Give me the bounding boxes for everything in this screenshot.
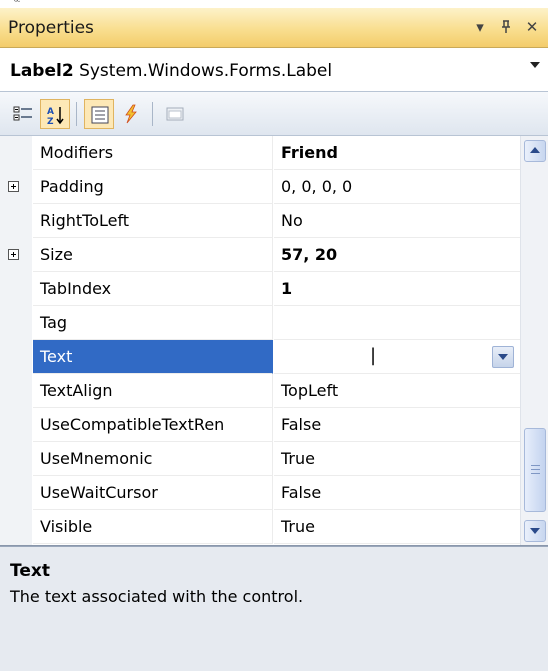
property-row[interactable]: Size 57, 20 xyxy=(0,238,520,272)
property-name: Visible xyxy=(33,510,273,544)
categorized-button[interactable] xyxy=(8,99,38,129)
properties-icon xyxy=(91,106,109,124)
property-row-selected[interactable]: Text | xyxy=(0,340,520,374)
property-value[interactable]: No xyxy=(274,204,520,238)
property-row[interactable]: Padding 0, 0, 0, 0 xyxy=(0,170,520,204)
object-type: System.Windows.Forms.Label xyxy=(79,61,333,81)
property-value[interactable] xyxy=(274,306,520,340)
property-name: Padding xyxy=(33,170,273,204)
grip-line xyxy=(531,473,540,474)
alphabetical-icon: A Z xyxy=(47,107,64,126)
toolbar-separator xyxy=(152,102,153,126)
property-value[interactable]: TopLeft xyxy=(274,374,520,408)
value-dropdown-button[interactable] xyxy=(492,346,514,368)
property-value[interactable]: False xyxy=(274,476,520,510)
property-value[interactable]: 1 xyxy=(274,272,520,306)
object-name: Label2 xyxy=(10,61,74,81)
property-row[interactable]: UseWaitCursor False xyxy=(0,476,520,510)
toolbar-separator xyxy=(76,102,77,126)
property-name: Modifiers xyxy=(33,136,273,170)
property-name: Tag xyxy=(33,306,273,340)
window-title: Properties xyxy=(8,18,94,38)
property-name: UseCompatibleTextRen xyxy=(33,408,273,442)
description-text: The text associated with the control. xyxy=(10,587,304,606)
property-row[interactable]: Tag xyxy=(0,306,520,340)
property-name: UseWaitCursor xyxy=(33,476,273,510)
text-cursor: | xyxy=(370,345,377,366)
property-pages-icon xyxy=(166,107,184,121)
expand-icon[interactable] xyxy=(8,181,19,192)
property-name: Text xyxy=(33,340,273,374)
events-button[interactable] xyxy=(116,99,146,129)
pin-icon[interactable] xyxy=(496,15,516,39)
text-value-editor[interactable]: | xyxy=(274,340,520,374)
property-value[interactable]: 0, 0, 0, 0 xyxy=(274,170,520,204)
property-grid: Modifiers Friend Padding 0, 0, 0, 0 Righ… xyxy=(0,136,548,546)
scroll-down-icon[interactable] xyxy=(524,520,546,542)
svg-text:Z: Z xyxy=(47,117,54,126)
grip-line xyxy=(531,469,540,470)
property-value[interactable]: True xyxy=(274,510,520,544)
scroll-thumb[interactable] xyxy=(524,428,546,512)
properties-title-bar: Properties ▾ ✕ xyxy=(0,8,548,48)
property-row[interactable]: TextAlign TopLeft xyxy=(0,374,520,408)
property-row[interactable]: UseCompatibleTextRen False xyxy=(0,408,520,442)
alphabetical-button[interactable]: A Z xyxy=(40,99,70,129)
top-strip: ꟹ xyxy=(0,0,548,8)
object-selector[interactable]: Label2 System.Windows.Forms.Label xyxy=(0,48,548,92)
property-name: TabIndex xyxy=(33,272,273,306)
description-title: Text xyxy=(10,561,50,581)
svg-text:A: A xyxy=(47,107,54,117)
property-name: TextAlign xyxy=(33,374,273,408)
property-row[interactable]: TabIndex 1 xyxy=(0,272,520,306)
property-value[interactable]: 57, 20 xyxy=(274,238,520,272)
property-name: RightToLeft xyxy=(33,204,273,238)
property-row[interactable]: UseMnemonic True xyxy=(0,442,520,476)
object-selector-text: Label2 System.Windows.Forms.Label xyxy=(10,61,332,81)
expand-icon[interactable] xyxy=(8,249,19,260)
property-value[interactable]: Friend xyxy=(274,136,520,170)
property-row[interactable]: Visible True xyxy=(0,510,520,544)
properties-button[interactable] xyxy=(84,99,114,129)
property-row[interactable]: Modifiers Friend xyxy=(0,136,520,170)
properties-toolbar: A Z xyxy=(0,92,548,136)
close-icon[interactable]: ✕ xyxy=(522,15,542,39)
chevron-down-icon[interactable] xyxy=(530,62,540,68)
events-lightning-icon xyxy=(125,104,137,124)
grip-line xyxy=(531,465,540,466)
window-menu-icon[interactable]: ▾ xyxy=(470,15,490,39)
scroll-up-icon[interactable] xyxy=(524,140,546,162)
description-pane: Text The text associated with the contro… xyxy=(0,546,548,671)
property-name: UseMnemonic xyxy=(33,442,273,476)
property-pages-button[interactable] xyxy=(160,99,190,129)
vertical-scrollbar[interactable] xyxy=(520,136,548,545)
property-name: Size xyxy=(33,238,273,272)
property-value[interactable]: True xyxy=(274,442,520,476)
property-row[interactable]: RightToLeft No xyxy=(0,204,520,238)
pin-mark-icon: ꟹ xyxy=(14,0,21,8)
property-value[interactable]: False xyxy=(274,408,520,442)
categorized-icon xyxy=(13,106,32,121)
